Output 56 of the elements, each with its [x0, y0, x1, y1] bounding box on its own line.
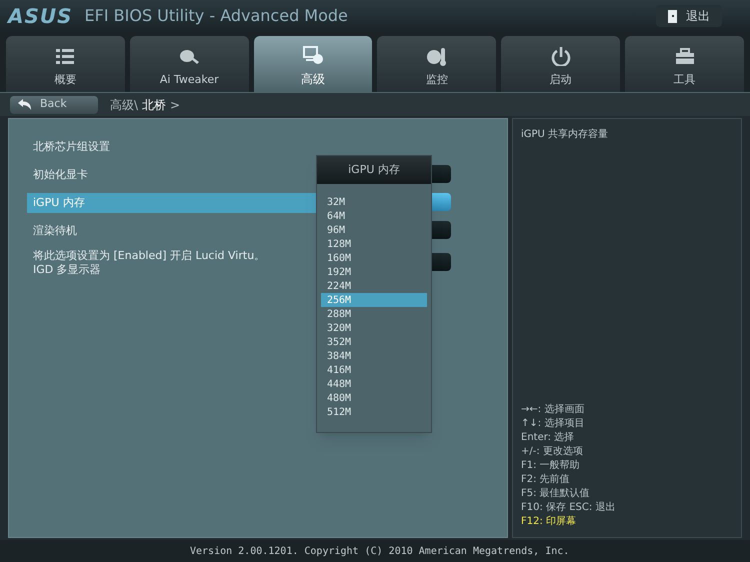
dropdown-option[interactable]: 416M — [321, 363, 427, 377]
dropdown-option[interactable]: 224M — [321, 279, 427, 293]
dropdown-option[interactable]: 256M — [321, 293, 427, 307]
key-hint: F10: 保存 ESC: 退出 — [521, 501, 616, 515]
tab[interactable]: 启动 — [501, 36, 620, 92]
value-button[interactable] — [432, 221, 451, 239]
dropdown-option[interactable]: 352M — [321, 335, 427, 349]
brand-logo: ASUS — [8, 3, 73, 30]
section-heading: 北桥芯片组设置 — [32, 138, 111, 155]
breadcrumb-item[interactable]: 高级\ — [110, 96, 138, 114]
help-text: iGPU 共享内存容量 — [521, 128, 610, 142]
value-button[interactable] — [432, 165, 451, 183]
tab[interactable]: 高级 — [254, 36, 372, 92]
back-button[interactable]: Back — [10, 96, 98, 114]
exit-door-icon — [668, 10, 678, 22]
tab[interactable]: 监控 — [377, 36, 496, 92]
key-hint: F12: 印屏幕 — [521, 515, 578, 529]
monitor-info-icon — [302, 44, 324, 64]
dropdown-option[interactable]: 320M — [321, 321, 427, 335]
key-hint: +/-: 更改选项 — [521, 445, 584, 459]
key-hint: F5: 最佳默认值 — [521, 487, 591, 501]
dropdown-option[interactable]: 384M — [321, 349, 427, 363]
setting-item[interactable]: iGPU 内存 — [27, 193, 316, 213]
tab[interactable]: Ai Tweaker — [130, 36, 249, 92]
key-hint: ↑↓: 选择项目 — [521, 417, 586, 431]
dropdown-option[interactable]: 192M — [321, 265, 427, 279]
key-hint: →←: 选择画面 — [521, 403, 586, 417]
setting-item[interactable]: 渲染待机 — [27, 221, 83, 241]
dropdown-option[interactable]: 448M — [321, 377, 427, 391]
value-button[interactable] — [432, 193, 451, 211]
popup-title: iGPU 内存 — [317, 156, 431, 184]
toolbox-icon — [674, 46, 696, 66]
breadcrumb-item: > — [170, 96, 180, 114]
dropdown-option[interactable]: 64M — [321, 209, 427, 223]
back-arrow-icon — [18, 99, 32, 110]
dropdown-option[interactable]: 480M — [321, 391, 427, 405]
dropdown-option[interactable]: 32M — [321, 195, 427, 209]
dropdown-option[interactable]: 288M — [321, 307, 427, 321]
exit-button[interactable]: 退出 — [656, 5, 722, 27]
setting-item[interactable]: 初始化显卡 — [27, 165, 94, 185]
dropdown-option[interactable]: 96M — [321, 223, 427, 237]
key-hint: F1: 一般帮助 — [521, 459, 581, 473]
value-button[interactable] — [432, 253, 451, 271]
key-hint: F2: 先前值 — [521, 473, 571, 487]
tab[interactable]: 工具 — [625, 36, 744, 92]
dropdown-option[interactable]: 128M — [321, 237, 427, 251]
copyright-text: Version 2.00.1201. Copyright (C) 2010 American Megatrends, Inc. — [190, 544, 570, 558]
breadcrumb-item[interactable]: 北桥 — [142, 96, 166, 114]
dropdown-option[interactable]: 512M — [321, 405, 427, 419]
description-text: 将此选项设置为 [Enabled] 开启 Lucid Virtu。 IGD 多显示器 — [32, 249, 266, 277]
power-icon — [550, 46, 572, 66]
key-hint: Enter: 选择 — [521, 431, 576, 445]
tab[interactable]: 概要 — [6, 36, 125, 92]
window-title: EFI BIOS Utility - Advanced Mode — [84, 5, 348, 27]
thermometer-icon — [426, 46, 448, 66]
dropdown-option[interactable]: 160M — [321, 251, 427, 265]
